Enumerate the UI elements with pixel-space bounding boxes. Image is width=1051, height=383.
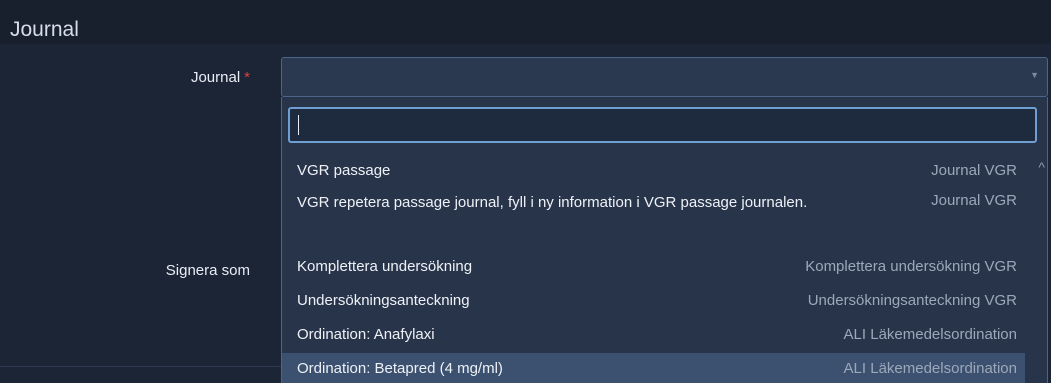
text-cursor bbox=[298, 115, 299, 135]
option-group: Journal VGR bbox=[931, 192, 1017, 209]
chevron-down-icon[interactable]: ▼ bbox=[1030, 70, 1039, 80]
option-group: Komplettera undersökning VGR bbox=[805, 258, 1017, 275]
dropdown-option-highlighted[interactable]: Ordination: Betapred (4 mg/ml) ALI Läkem… bbox=[282, 353, 1025, 383]
dropdown-option[interactable]: Ordination: Anafylaxi ALI Läkemedelsordi… bbox=[282, 319, 1025, 353]
dropdown-search-input[interactable] bbox=[288, 107, 1037, 143]
option-group: ALI Läkemedelsordination bbox=[843, 360, 1017, 377]
option-group: Undersökningsanteckning VGR bbox=[807, 292, 1017, 309]
journal-label-text: Journal bbox=[190, 69, 241, 86]
dropdown-option[interactable]: VGR passage Journal VGR bbox=[282, 155, 1025, 185]
divider bbox=[0, 366, 281, 367]
journal-select[interactable]: ▼ bbox=[281, 57, 1048, 97]
journal-panel: Journal Journal * ▼ VGR passage Journal V… bbox=[0, 0, 1051, 383]
option-group: ALI Läkemedelsordination bbox=[843, 326, 1017, 343]
journal-dropdown: VGR passage Journal VGR VGR repetera pas… bbox=[281, 97, 1048, 383]
dropdown-option[interactable]: Komplettera undersökning Komplettera und… bbox=[282, 251, 1025, 285]
journal-field-label: Journal * bbox=[80, 69, 250, 87]
option-group: Journal VGR bbox=[931, 162, 1017, 179]
dropdown-option[interactable]: Undersökningsanteckning Undersökningsant… bbox=[282, 285, 1025, 319]
option-label: Ordination: Anafylaxi bbox=[297, 326, 435, 343]
chevron-up-icon[interactable]: ^ bbox=[1038, 159, 1045, 175]
option-label: Ordination: Betapred (4 mg/ml) bbox=[297, 360, 503, 377]
panel-title: Journal bbox=[10, 18, 79, 41]
dropdown-option[interactable]: VGR repetera passage journal, fyll i ny … bbox=[282, 185, 1025, 251]
signera-label: Signera som bbox=[165, 262, 250, 279]
option-label: Komplettera undersökning bbox=[297, 258, 473, 275]
option-label: VGR passage bbox=[297, 162, 391, 179]
option-label: Undersökningsanteckning bbox=[297, 292, 470, 309]
option-label: VGR repetera passage journal, fyll i ny … bbox=[297, 194, 808, 211]
required-marker: * bbox=[244, 69, 250, 86]
panel-header: Journal bbox=[0, 0, 1051, 44]
